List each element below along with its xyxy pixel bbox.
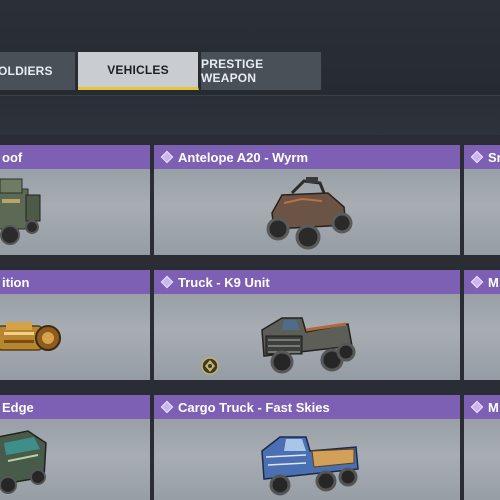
vehicle-name: Antelope A20 - Wyrm (178, 149, 309, 165)
rarity-diamond-icon (160, 150, 174, 164)
tab-vehicles[interactable]: VEHICLES (78, 52, 199, 90)
vehicle-card[interactable]: Antelope A20 - Wyrm (154, 145, 460, 255)
category-tabs: OLDIERS VEHICLES PRESTIGE WEAPON (0, 52, 322, 90)
tab-soldiers[interactable]: OLDIERS (0, 52, 76, 90)
vehicle-card[interactable]: Truck - K9 Unit (154, 270, 460, 380)
vehicle-card[interactable]: M (464, 395, 500, 500)
filter-band (0, 95, 500, 135)
vehicle-name: Sn (488, 149, 500, 165)
vehicle-name: ition (2, 274, 30, 290)
card-header: M (464, 395, 500, 419)
rarity-diamond-icon (160, 275, 174, 289)
rarity-diamond-icon (470, 400, 484, 414)
vehicle-card[interactable]: oof (0, 145, 150, 255)
card-header: M (464, 270, 500, 294)
card-header: Truck - K9 Unit (154, 270, 460, 294)
card-header: Sn (464, 145, 500, 169)
card-header: ition (0, 270, 150, 294)
rarity-diamond-icon (160, 400, 174, 414)
tab-vehicles-label: VEHICLES (107, 62, 169, 77)
vehicle-card[interactable]: M (464, 270, 500, 380)
vehicle-image (261, 436, 359, 496)
tab-soldiers-label: OLDIERS (0, 64, 53, 78)
vehicle-name: M (488, 399, 499, 415)
card-header: Edge (0, 395, 150, 419)
vehicle-card[interactable]: ition (0, 270, 150, 380)
vehicle-image (0, 322, 61, 351)
vehicle-name: M (488, 274, 499, 290)
vehicle-name: Edge (2, 399, 34, 415)
vehicle-name: Truck - K9 Unit (178, 274, 270, 290)
vehicle-name: oof (2, 149, 23, 165)
vehicle-name: Cargo Truck - Fast Skies (178, 399, 330, 415)
vehicle-card[interactable]: Edge (0, 395, 150, 500)
tab-prestige-weapon-label: PRESTIGE WEAPON (201, 57, 264, 85)
vehicle-card[interactable]: Cargo Truck - Fast Skies (154, 395, 460, 500)
rarity-diamond-icon (470, 150, 484, 164)
vehicle-card[interactable]: Sn (464, 145, 500, 255)
card-header: Cargo Truck - Fast Skies (154, 395, 460, 419)
vehicle-image (0, 430, 47, 494)
rarity-diamond-icon (470, 275, 484, 289)
rank-badge-icon (201, 357, 219, 375)
tab-prestige-weapon[interactable]: PRESTIGE WEAPON (201, 52, 322, 90)
card-header: oof (0, 145, 150, 169)
vehicle-image (0, 178, 41, 245)
vehicle-image (266, 177, 353, 250)
vehicle-image (261, 317, 356, 374)
card-header: Antelope A20 - Wyrm (154, 145, 460, 169)
